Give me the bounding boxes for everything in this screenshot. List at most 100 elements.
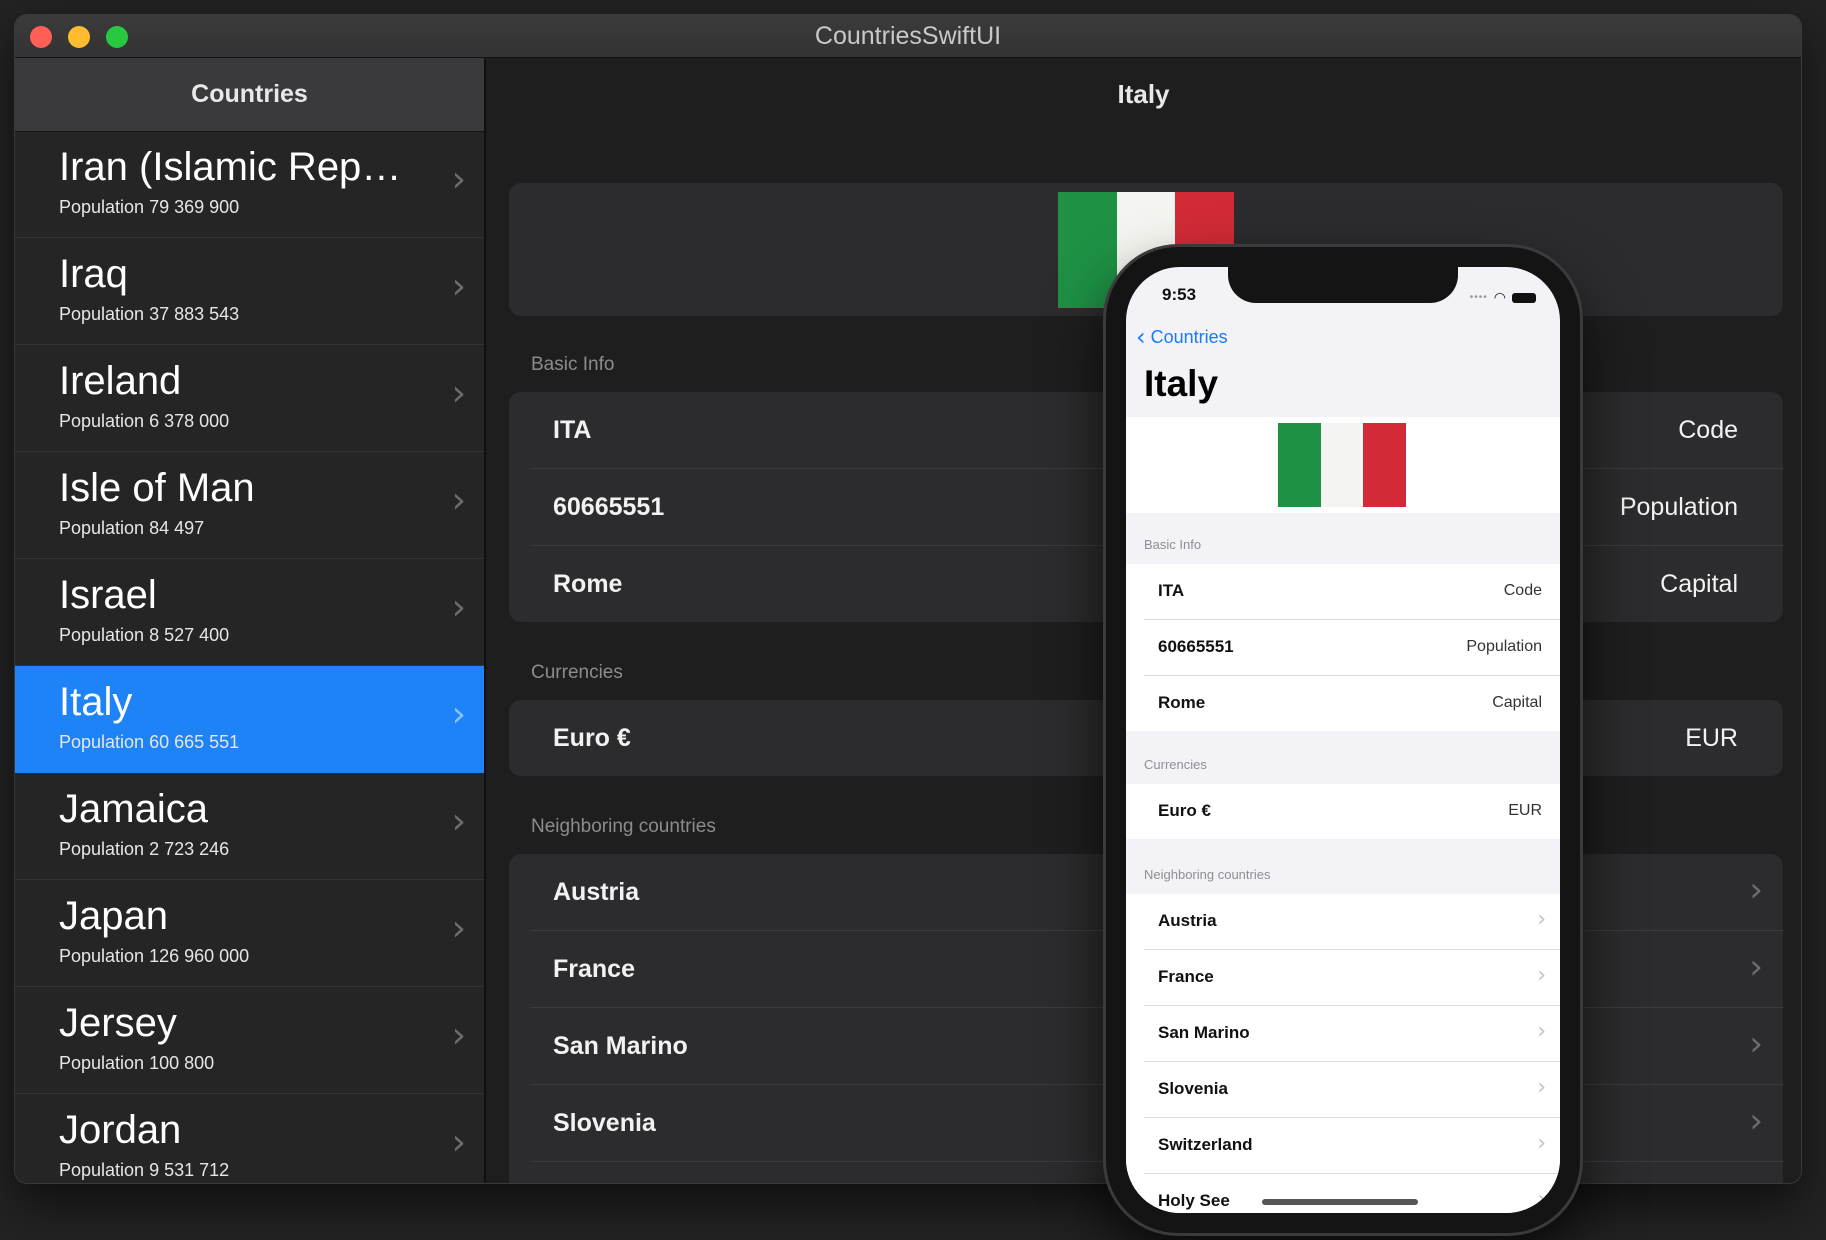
chevron-right-icon: › xyxy=(451,908,466,949)
currency-code: EUR xyxy=(1508,802,1542,819)
chevron-right-icon: › xyxy=(451,587,466,628)
country-row[interactable]: Jersey Population 100 800 › xyxy=(15,987,484,1094)
home-indicator[interactable] xyxy=(1262,1199,1418,1205)
chevron-right-icon: › xyxy=(1537,1075,1546,1100)
country-list: Iran (Islamic Repu... Population 79 369 … xyxy=(15,145,484,1183)
phone-neighbor-row[interactable]: France › xyxy=(1144,950,1560,1006)
chevron-right-icon: › xyxy=(451,373,466,414)
country-row[interactable]: Iraq Population 37 883 543 › xyxy=(15,238,484,345)
info-label: Code xyxy=(1678,416,1738,444)
info-label: Population xyxy=(1619,493,1738,521)
country-row[interactable]: Jordan Population 9 531 712 › xyxy=(15,1094,484,1183)
flag-stripe-green xyxy=(1278,423,1321,507)
phone-neighbor-row[interactable]: San Marino › xyxy=(1144,1006,1560,1062)
info-value: Rome xyxy=(1158,693,1206,712)
country-name: Jordan xyxy=(59,1108,182,1152)
neighbor-name: Switzerland xyxy=(1158,1135,1253,1154)
country-population: Population 8 527 400 xyxy=(59,625,230,645)
info-value: 60665551 xyxy=(553,493,665,521)
window-title: CountriesSwiftUI xyxy=(814,22,1002,50)
neighbor-name: Slovenia xyxy=(1158,1079,1228,1098)
country-name: Isle of Man xyxy=(59,466,255,510)
phone-section-neighbors: Neighboring countries xyxy=(1144,867,1271,882)
chevron-right-icon: › xyxy=(451,801,466,842)
chevron-right-icon: › xyxy=(451,266,466,307)
chevron-left-icon: ‹ xyxy=(1136,323,1146,351)
battery-icon xyxy=(1512,292,1536,303)
country-population: Population 84 497 xyxy=(59,518,205,538)
country-name: Iran (Islamic Repu... xyxy=(59,145,414,189)
country-name: Jersey xyxy=(59,1001,177,1045)
currency-value: Euro € xyxy=(553,724,631,752)
phone-info-row: 60665551 Population xyxy=(1144,620,1560,676)
country-row[interactable]: Jamaica Population 2 723 246 › xyxy=(15,773,484,880)
country-name: Japan xyxy=(59,894,168,938)
country-row[interactable]: Ireland Population 6 378 000 › xyxy=(15,345,484,452)
info-label: Code xyxy=(1503,582,1542,599)
phone-section-currencies: Currencies xyxy=(1144,757,1207,772)
notch xyxy=(1228,267,1458,303)
country-population: Population 2 723 246 xyxy=(59,839,230,859)
neighbor-name: France xyxy=(1158,967,1214,986)
phone-neighbor-row[interactable]: Slovenia › xyxy=(1144,1062,1560,1118)
chevron-right-icon: › xyxy=(451,694,466,735)
info-value: Rome xyxy=(553,570,623,598)
country-row[interactable]: Isle of Man Population 84 497 › xyxy=(15,452,484,559)
phone-section-basic-info: Basic Info xyxy=(1144,537,1202,552)
phone-neighbor-row[interactable]: Holy See › xyxy=(1144,1174,1560,1213)
country-population: Population 9 531 712 xyxy=(59,1160,230,1180)
country-population: Population 79 369 900 xyxy=(59,197,240,217)
phone-neighbor-row[interactable]: Austria › xyxy=(1144,894,1560,950)
phone-currencies-group: Euro € EUR xyxy=(1126,784,1560,839)
detail-title: Italy xyxy=(1117,79,1170,109)
phone-currency-row: Euro € EUR xyxy=(1144,784,1560,839)
info-value: 60665551 xyxy=(1158,637,1234,656)
country-population: Population 100 800 xyxy=(59,1053,215,1073)
neighbor-name: San Marino xyxy=(553,1032,688,1060)
chevron-right-icon: › xyxy=(1537,1187,1546,1212)
chevron-right-icon: › xyxy=(1749,1101,1763,1141)
status-time: 9:53 xyxy=(1162,285,1197,304)
neighbor-name: France xyxy=(553,955,635,983)
country-name: Italy xyxy=(59,680,133,724)
neighbor-name: Slovenia xyxy=(553,1109,656,1137)
phone-basic-info-group: ITA Code 60665551 Population Rome Capita… xyxy=(1126,564,1560,731)
phone-neighbor-row[interactable]: Switzerland › xyxy=(1144,1118,1560,1174)
chevron-right-icon: › xyxy=(1749,1024,1763,1064)
country-row[interactable]: Israel Population 8 527 400 › xyxy=(15,559,484,666)
chevron-right-icon: › xyxy=(1749,947,1763,987)
wifi-icon: ◠ xyxy=(1493,289,1506,305)
country-row-selected[interactable]: Italy Population 60 665 551 › xyxy=(15,666,484,773)
info-value: ITA xyxy=(553,416,592,444)
back-button[interactable]: ‹ Countries xyxy=(1136,323,1228,351)
country-population: Population 60 665 551 xyxy=(59,732,240,752)
country-row[interactable]: Japan Population 126 960 000 › xyxy=(15,880,484,987)
country-name: Israel xyxy=(59,573,157,617)
title-bar: CountriesSwiftUI xyxy=(15,15,1801,58)
chevron-right-icon: › xyxy=(1537,963,1546,988)
sidebar-title: Countries xyxy=(15,58,484,132)
chevron-right-icon: › xyxy=(451,159,466,200)
chevron-right-icon: › xyxy=(451,1015,466,1056)
signal-icon: •••• xyxy=(1469,292,1488,303)
country-row[interactable]: Iran (Islamic Repu... Population 79 369 … xyxy=(15,131,484,238)
chevron-right-icon: › xyxy=(1749,870,1763,910)
iphone-screen: 9:53 •••• ◠ ‹ Countries Italy Basic Info… xyxy=(1126,267,1560,1213)
country-population: Population 6 378 000 xyxy=(59,411,230,431)
country-population: Population 37 883 543 xyxy=(59,304,240,324)
section-basic-info: Basic Info xyxy=(531,354,615,375)
neighbor-name: Austria xyxy=(1158,911,1217,930)
back-label: Countries xyxy=(1150,327,1228,347)
country-name: Ireland xyxy=(59,359,182,403)
phone-neighbors-group: Austria › France › San Marino › Slovenia… xyxy=(1126,894,1560,1213)
chevron-right-icon: › xyxy=(451,480,466,521)
iphone-device: 9:53 •••• ◠ ‹ Countries Italy Basic Info… xyxy=(1106,247,1580,1233)
info-label: Capital xyxy=(1660,570,1738,598)
flag-stripe-red xyxy=(1363,423,1407,507)
currency-value: Euro € xyxy=(1158,801,1211,820)
flag-stripe-green xyxy=(1058,192,1117,308)
sidebar: Countries Iran (Islamic Repu... Populati… xyxy=(15,58,486,1183)
info-value: ITA xyxy=(1158,581,1185,600)
phone-title: Italy xyxy=(1144,363,1219,404)
phone-flag-area xyxy=(1126,417,1560,513)
